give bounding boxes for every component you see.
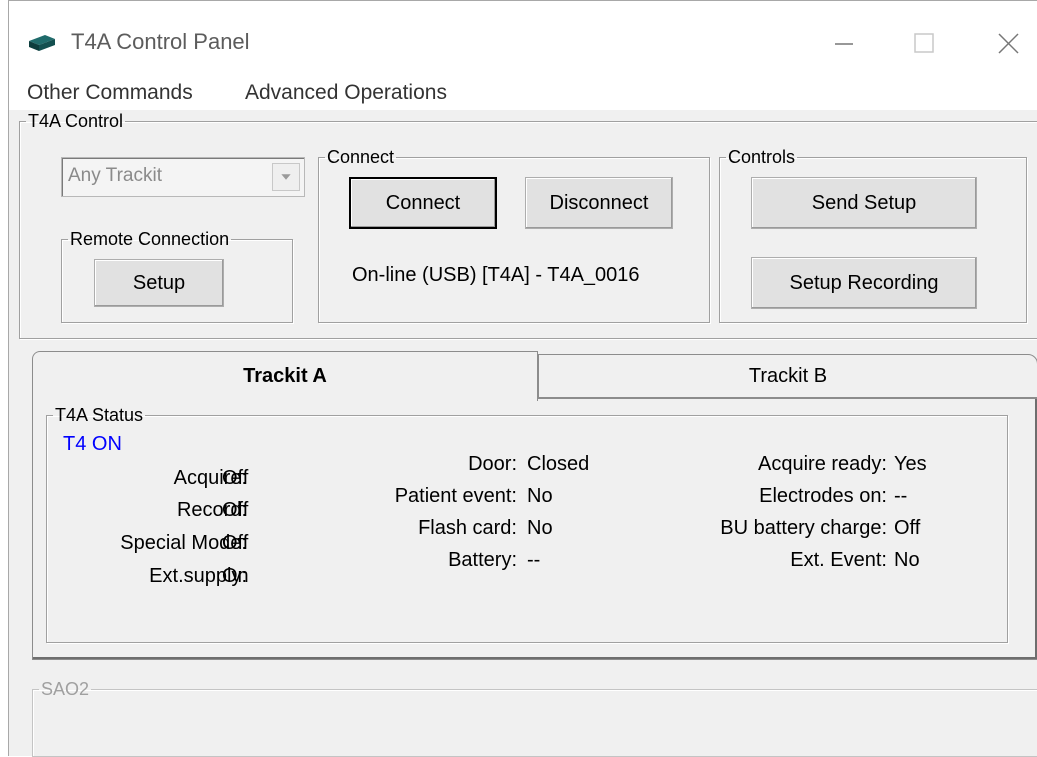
title-bar: T4A Control Panel [9,1,1037,76]
patient-event-value: No [527,485,553,507]
connect-group: Connect [318,147,710,323]
device-icon [29,35,55,51]
bu-battery-charge-value: Off [894,517,921,539]
battery-value: -- [527,549,541,571]
maximize-button[interactable] [901,23,947,63]
acquire-ready-label: Acquire ready: [758,453,887,475]
window-title: T4A Control Panel [71,29,250,54]
setup-recording-button[interactable]: Setup Recording [751,257,977,309]
flash-card-value: No [527,517,553,539]
chevron-down-icon[interactable] [272,163,300,191]
acquire-ready-value: Yes [894,453,927,475]
connect-button[interactable]: Connect [349,177,497,229]
patient-event-label: Patient event: [394,485,517,507]
ext-event-label: Ext. Event: [790,549,887,571]
ext-supply-value: On [222,565,249,587]
trackit-select-value: Any Trackit [68,165,162,186]
trackit-select[interactable]: Any Trackit [61,157,305,197]
acquire-value: Off [222,467,249,489]
tab-trackit-b[interactable]: Trackit B [538,354,1037,398]
door-value: Closed [527,453,590,475]
sao2-group: SAO2 [32,679,1037,757]
main-window: T4A Control Panel Other Commands Advance… [8,0,1037,757]
remote-setup-button[interactable]: Setup [94,259,224,307]
remote-connection-legend: Remote Connection [70,229,230,249]
controls-legend: Controls [728,147,796,167]
menu-advanced-operations[interactable]: Advanced Operations [245,81,447,105]
record-value: Off [222,499,249,521]
device-state: T4 ON [63,433,122,455]
send-setup-button[interactable]: Send Setup [751,177,977,229]
menu-other-commands[interactable]: Other Commands [27,81,193,105]
sao2-legend: SAO2 [41,679,90,699]
menu-bar: Other Commands Advanced Operations [9,76,1037,110]
electrodes-on-value: -- [894,485,908,507]
bu-battery-charge-label: BU battery charge: [720,517,887,539]
special-mode-value: Off [222,532,249,554]
t4a-control-legend: T4A Control [28,111,124,131]
electrodes-on-label: Electrodes on: [759,485,887,507]
ext-event-value: No [894,549,920,571]
connection-status-text: On-line (USB) [T4A] - T4A_0016 [352,264,640,286]
close-button[interactable] [985,23,1031,63]
disconnect-button[interactable]: Disconnect [525,177,673,229]
connect-legend: Connect [327,147,395,167]
tab-trackit-a[interactable]: Trackit A [32,351,538,401]
t4a-status-legend: T4A Status [55,405,144,425]
door-label: Door: [468,453,517,475]
flash-card-label: Flash card: [418,517,517,539]
minimize-button[interactable] [821,23,867,63]
battery-label: Battery: [448,549,517,571]
